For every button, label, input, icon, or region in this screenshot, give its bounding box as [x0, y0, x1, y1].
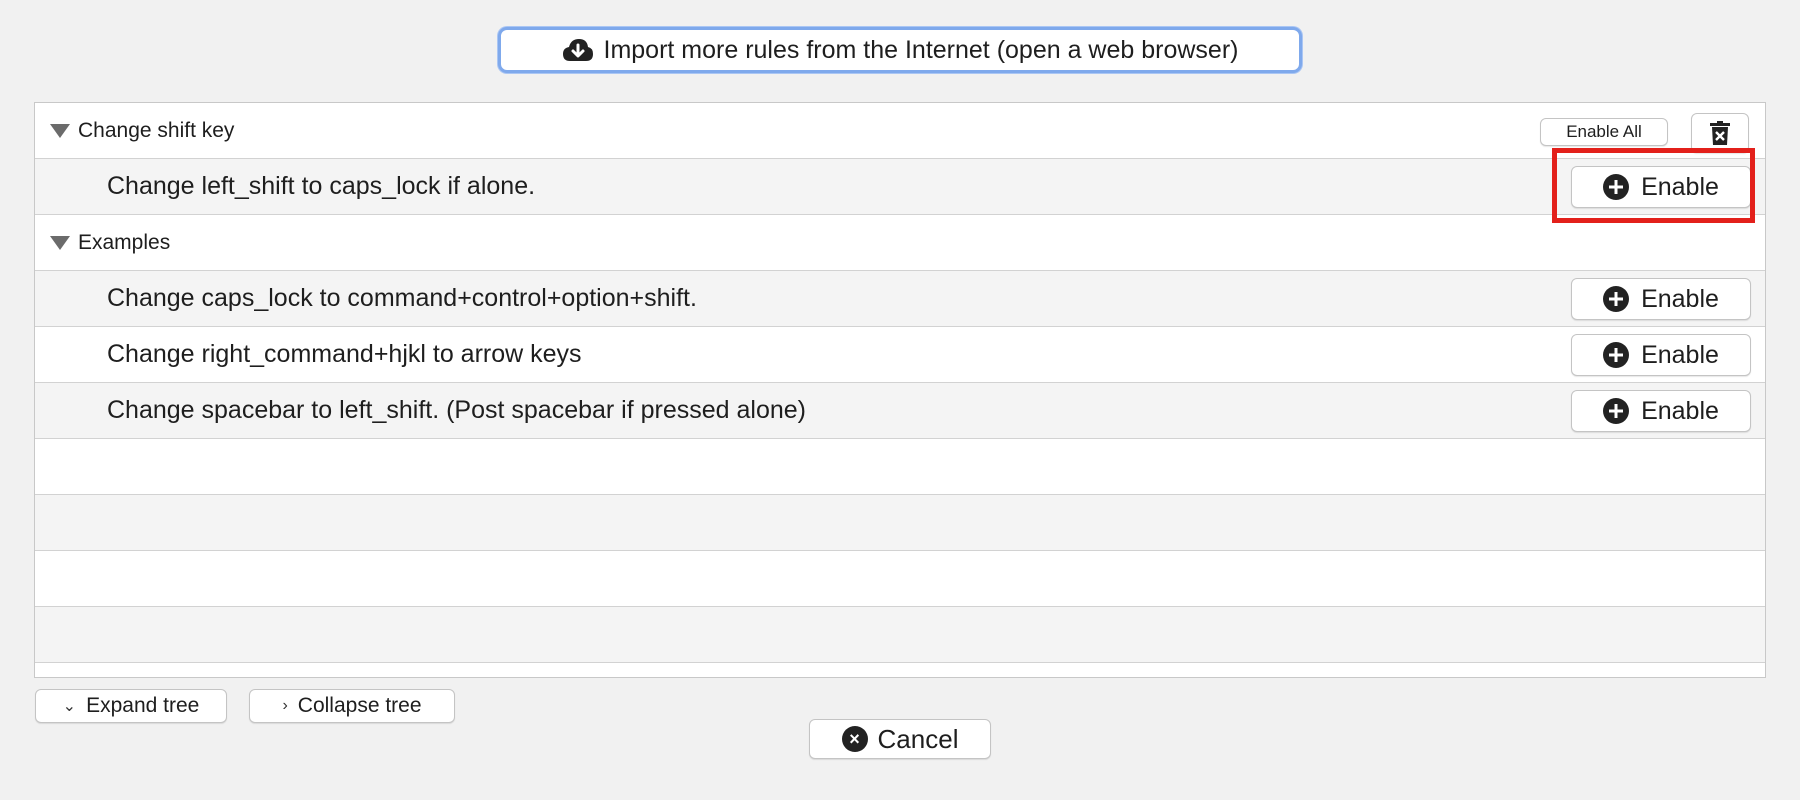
rule-row: Change spacebar to left_shift. (Post spa…	[35, 383, 1765, 439]
disclosure-triangle-icon[interactable]	[50, 235, 70, 250]
collapse-tree-button[interactable]: › Collapse tree	[249, 689, 455, 723]
trash-icon	[1710, 121, 1730, 145]
collapse-tree-label: Collapse tree	[297, 694, 422, 717]
group-title-wrapper: Examples	[50, 215, 170, 270]
import-rules-button[interactable]: Import more rules from the Internet (ope…	[498, 27, 1302, 73]
enable-rule-button[interactable]: Enable	[1571, 390, 1751, 432]
empty-row	[35, 551, 1765, 607]
plus-circle-icon	[1603, 174, 1630, 200]
plus-circle-icon	[1603, 342, 1630, 368]
enable-label: Enable	[1641, 172, 1719, 201]
import-rules-label: Import more rules from the Internet (ope…	[603, 35, 1239, 64]
expand-tree-label: Expand tree	[86, 694, 200, 717]
rule-row: Change right_command+hjkl to arrow keys …	[35, 327, 1765, 383]
enable-all-button[interactable]: Enable All	[1540, 118, 1668, 146]
group-title-wrapper: Change shift key	[50, 103, 234, 158]
rule-description: Change caps_lock to command+control+opti…	[107, 284, 697, 312]
rule-row: Change caps_lock to command+control+opti…	[35, 271, 1765, 327]
group-header-change-shift-key[interactable]: Change shift key Enable All	[35, 103, 1765, 159]
cloud-download-icon	[562, 39, 593, 61]
rule-description: Change right_command+hjkl to arrow keys	[107, 340, 582, 368]
rule-list: Change shift key Enable All Change left_…	[34, 102, 1766, 678]
rule-description: Change left_shift to caps_lock if alone.	[107, 172, 536, 200]
delete-group-button[interactable]	[1691, 113, 1749, 153]
cancel-button[interactable]: × Cancel	[809, 719, 991, 759]
group-header-examples[interactable]: Examples	[35, 215, 1765, 271]
enable-label: Enable	[1641, 340, 1719, 369]
empty-row	[35, 607, 1765, 663]
enable-label: Enable	[1641, 284, 1719, 313]
disclosure-triangle-icon[interactable]	[50, 123, 70, 138]
enable-label: Enable	[1641, 396, 1719, 425]
expand-tree-button[interactable]: ⌄ Expand tree	[35, 689, 227, 723]
empty-row	[35, 439, 1765, 495]
enable-rule-button[interactable]: Enable	[1571, 166, 1751, 208]
plus-circle-icon	[1603, 286, 1630, 312]
rule-row: Change left_shift to caps_lock if alone.…	[35, 159, 1765, 215]
plus-circle-icon	[1603, 398, 1630, 424]
close-circle-icon: ×	[841, 726, 868, 752]
chevron-down-icon: ⌄	[62, 698, 77, 715]
enable-rule-button[interactable]: Enable	[1571, 278, 1751, 320]
empty-row	[35, 663, 1765, 677]
empty-row	[35, 495, 1765, 551]
cancel-label: Cancel	[877, 723, 959, 754]
chevron-right-icon: ›	[282, 697, 288, 714]
group-title: Examples	[78, 230, 171, 254]
rule-description: Change spacebar to left_shift. (Post spa…	[107, 396, 807, 424]
group-title: Change shift key	[78, 118, 235, 142]
enable-rule-button[interactable]: Enable	[1571, 334, 1751, 376]
